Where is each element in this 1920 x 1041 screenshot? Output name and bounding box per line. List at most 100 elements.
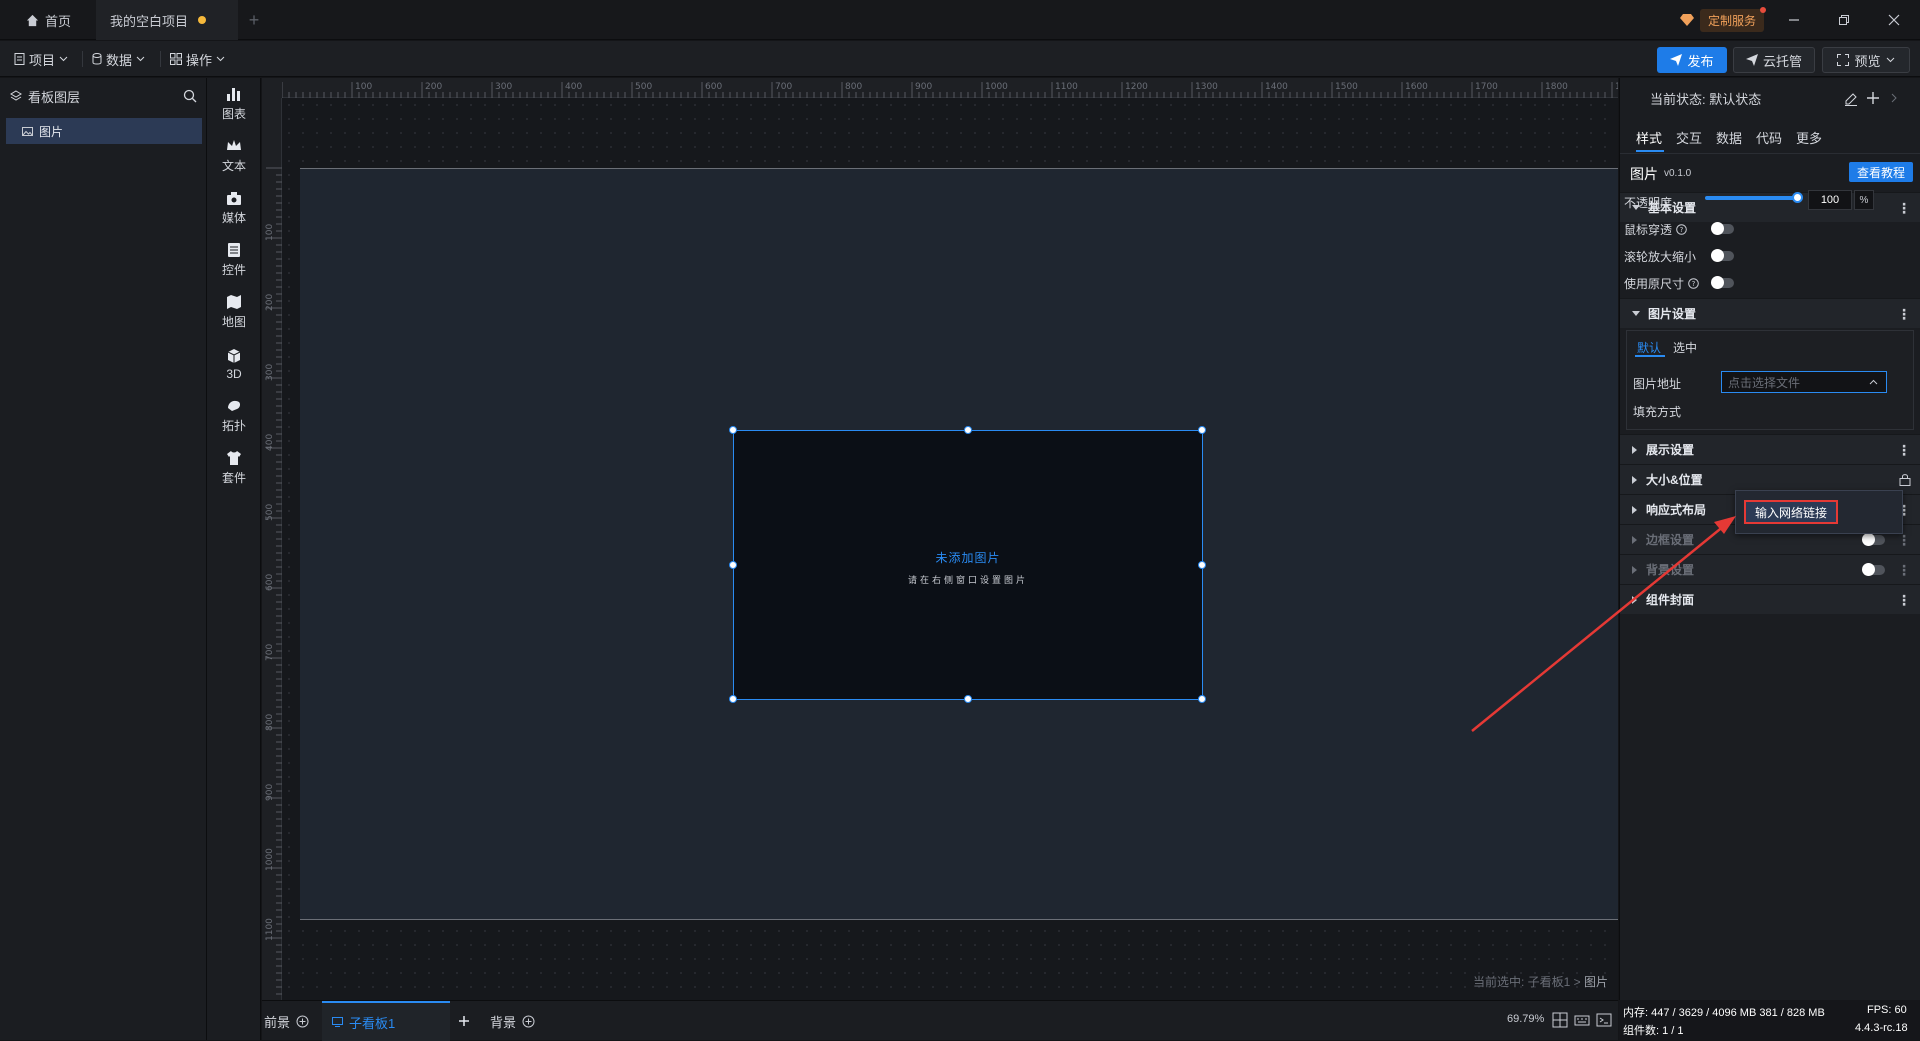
background-toggle[interactable]: [1862, 563, 1885, 576]
current-state[interactable]: 当前状态: 默认状态: [1650, 89, 1761, 108]
menu-separator: [160, 51, 161, 67]
ruler-tick-label: 600: [705, 82, 722, 92]
tab-sub-board[interactable]: 子看板1: [322, 1001, 450, 1041]
version-label: 4.4.3-rc.18: [1855, 1022, 1908, 1034]
component-chart[interactable]: 图表: [207, 78, 261, 130]
component-media[interactable]: 媒体: [207, 182, 261, 234]
opacity-slider-track[interactable]: [1705, 196, 1797, 200]
minimize-button[interactable]: [1782, 8, 1806, 32]
zoom-level[interactable]: 69.79%: [1507, 1013, 1544, 1025]
opacity-slider-handle[interactable]: [1792, 192, 1803, 203]
resize-handle[interactable]: [964, 426, 972, 434]
resize-handle[interactable]: [1198, 695, 1206, 703]
image-url-select[interactable]: 点击选择文件: [1721, 371, 1887, 393]
border-toggle[interactable]: [1862, 533, 1885, 546]
resize-handle[interactable]: [729, 695, 737, 703]
image-icon: [22, 126, 33, 136]
component-label: 地图: [221, 315, 246, 329]
canvas-area[interactable]: 100 200 300 400 500 600 700 800 900 1000 1100 1200 1…: [262, 78, 1618, 1000]
component-text[interactable]: 文本: [207, 130, 261, 182]
opacity-input[interactable]: 100: [1808, 190, 1852, 210]
layer-item-image[interactable]: 图片: [6, 118, 202, 144]
component-label: 套件: [221, 471, 246, 485]
ruler-tick-label: 700: [775, 82, 792, 92]
search-icon[interactable]: [183, 89, 197, 103]
component-topology[interactable]: 拓扑: [207, 390, 261, 442]
add-circle-icon[interactable]: [296, 1015, 309, 1028]
chevron-right-icon[interactable]: [1890, 93, 1898, 103]
stage[interactable]: 未添加图片 请在右侧窗口设置图片 当前选中: 子看板1 > 图片: [282, 98, 1618, 1000]
edit-icon[interactable]: [1844, 92, 1858, 106]
original-size-toggle[interactable]: [1711, 276, 1734, 289]
add-board-button[interactable]: [458, 1001, 470, 1041]
close-button[interactable]: [1882, 8, 1906, 32]
more-vertical-icon[interactable]: ⋮: [1897, 200, 1911, 217]
tab-more[interactable]: 更多: [1796, 128, 1822, 147]
ruler-vertical[interactable]: 100 200 300 400 500 600 700 800 900 1000 1100: [262, 98, 282, 1000]
terminal-icon[interactable]: [1596, 1012, 1614, 1030]
sub-board[interactable]: 未添加图片 请在右侧窗口设置图片: [300, 168, 1618, 920]
properties-tabs: 样式 交互 数据 代码 更多: [1620, 120, 1920, 154]
mouse-through-toggle[interactable]: [1711, 222, 1734, 235]
menu-data[interactable]: 数据: [84, 48, 153, 70]
component-map[interactable]: 地图: [207, 286, 261, 338]
caret-right-icon: [1632, 565, 1638, 574]
cloud-hosting-button[interactable]: 云托管: [1733, 47, 1815, 73]
image-url-placeholder: 点击选择文件: [1728, 375, 1801, 390]
add-tab-button[interactable]: +: [244, 10, 264, 30]
menu-data-label: 数据: [106, 52, 133, 68]
custom-service-button[interactable]: 定制服务: [1680, 6, 1767, 32]
caret-right-icon: [1632, 595, 1638, 604]
more-vertical-icon[interactable]: ⋮: [1897, 442, 1911, 459]
resize-handle[interactable]: [1198, 426, 1206, 434]
tab-home[interactable]: 首页: [12, 0, 94, 40]
original-size-label: 使用原尺寸: [1624, 277, 1685, 291]
add-state-icon[interactable]: [1866, 91, 1880, 105]
section-image-settings[interactable]: 图片设置 ⋮: [1620, 298, 1920, 328]
menu-project[interactable]: 项目: [6, 48, 76, 70]
more-vertical-icon[interactable]: ⋮: [1897, 592, 1911, 609]
wheel-zoom-toggle[interactable]: [1711, 249, 1734, 262]
tab-style[interactable]: 样式: [1636, 128, 1662, 147]
subtab-selected[interactable]: 选中: [1673, 339, 1697, 356]
dropdown-option-network-link[interactable]: 输入网络链接: [1744, 500, 1838, 524]
section-background-settings[interactable]: 背景设置 ⋮: [1620, 554, 1920, 584]
tab-interaction[interactable]: 交互: [1676, 128, 1702, 147]
help-icon[interactable]: ?: [1676, 224, 1687, 235]
more-vertical-icon[interactable]: ⋮: [1897, 532, 1911, 549]
lock-icon[interactable]: [1899, 473, 1911, 486]
resize-handle[interactable]: [729, 561, 737, 569]
view-tutorial-button[interactable]: 查看教程: [1849, 162, 1913, 182]
section-display-settings[interactable]: 展示设置 ⋮: [1620, 434, 1920, 464]
resize-handle[interactable]: [1198, 561, 1206, 569]
ruler-horizontal[interactable]: 100 200 300 400 500 600 700 800 900 1000 1100 1200 1…: [262, 78, 1618, 98]
subtab-default[interactable]: 默认: [1637, 339, 1661, 356]
restore-button[interactable]: [1832, 8, 1856, 32]
more-vertical-icon[interactable]: ⋮: [1897, 562, 1911, 579]
section-component-cover[interactable]: 组件封面 ⋮: [1620, 584, 1920, 614]
ruler-tick-label: 100: [265, 224, 275, 241]
more-vertical-icon[interactable]: ⋮: [1897, 306, 1911, 323]
memory-usage: 内存: 447 / 3629 / 4096 MB 381 / 828 MB: [1623, 1007, 1825, 1019]
tab-data[interactable]: 数据: [1716, 128, 1742, 147]
caret-right-icon: [1632, 445, 1638, 454]
keyboard-icon[interactable]: [1574, 1012, 1592, 1030]
resize-handle[interactable]: [964, 695, 972, 703]
tab-foreground[interactable]: 前景: [264, 1001, 309, 1041]
section-title: 图片设置: [1648, 307, 1697, 321]
component-3d[interactable]: 3D: [207, 338, 261, 390]
component-control[interactable]: 控件: [207, 234, 261, 286]
menu-operation[interactable]: 操作: [162, 48, 233, 70]
help-icon[interactable]: ?: [1688, 278, 1699, 289]
component-kit[interactable]: 套件: [207, 442, 261, 494]
add-circle-icon[interactable]: [522, 1015, 535, 1028]
publish-button[interactable]: 发布: [1657, 47, 1727, 73]
image-component[interactable]: 未添加图片 请在右侧窗口设置图片: [729, 426, 1206, 703]
tab-project[interactable]: 我的空白项目: [96, 0, 238, 40]
resize-handle[interactable]: [729, 426, 737, 434]
topology-icon: [226, 398, 242, 414]
fit-screen-icon[interactable]: [1552, 1012, 1570, 1030]
tab-code[interactable]: 代码: [1756, 128, 1782, 147]
tab-background[interactable]: 背景: [490, 1001, 535, 1041]
preview-button[interactable]: 预览: [1822, 47, 1910, 73]
